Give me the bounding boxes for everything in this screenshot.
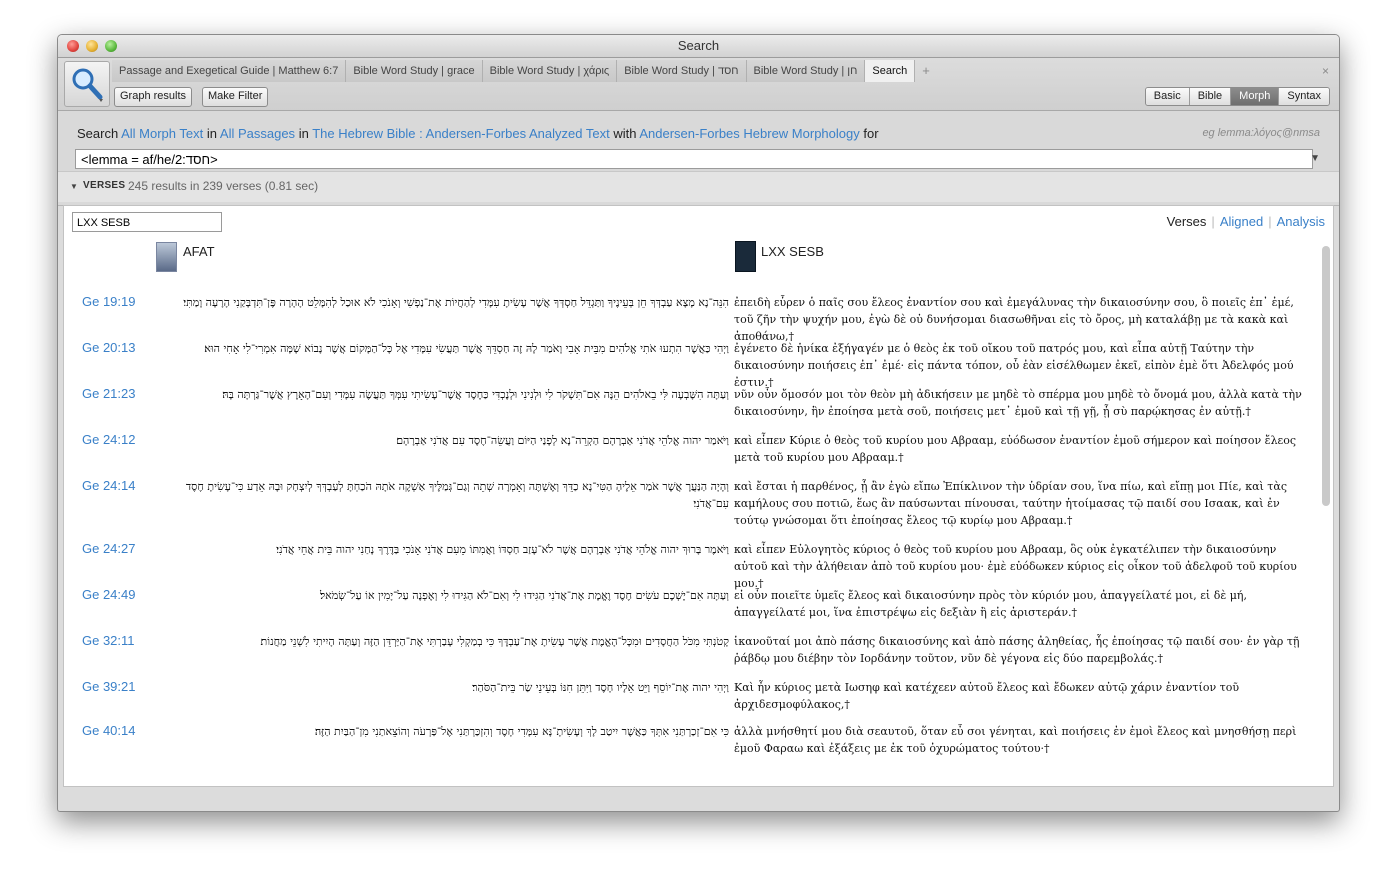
collapse-verses-icon[interactable]: ▼ — [70, 182, 78, 191]
toolbar: Passage and Exegetical Guide | Matthew 6… — [58, 58, 1339, 111]
greek-text: καὶ εἶπεν Εὐλογητὸς κύριος ὁ θεὸς τοῦ κυ… — [734, 543, 1297, 590]
verse-reference[interactable]: Ge 39:21 — [82, 679, 136, 694]
title-bar: Search — [58, 35, 1339, 58]
search-window: Search Passage and Exegetical Guide | Ma… — [57, 34, 1340, 812]
hebrew-text: וַיֹּאמֶר בָּרוּךְ יהוה אֱלֹהֵי אֲדֹנִי … — [276, 543, 729, 556]
window-title: Search — [677, 38, 720, 53]
close-window-button[interactable] — [67, 40, 79, 52]
search-type-selector: Basic Bible Morph Syntax — [1144, 87, 1330, 106]
greek-text: ἐγένετο δὲ ἡνίκα ἐξήγαγέν με ὁ θεὸς ἐκ τ… — [734, 342, 1294, 389]
hebrew-text: וַיֹּאמַר יהוה אֱלֹהֵי אֲדֹנִי אַבְרָהָם… — [396, 434, 729, 447]
search-type-morph[interactable]: Morph — [1230, 88, 1279, 105]
graph-results-button[interactable]: Graph results — [114, 87, 193, 107]
hebrew-text: וְעַתָּה אִם־יֶשְׁכֶם עֹשִׂים חֶסֶד וֶאֱ… — [320, 589, 729, 602]
hebrew-text: וְהָיָה הַנַּעֲרָ אֲשֶׁר אֹמַר אֵלֶיהָ ה… — [185, 480, 729, 510]
results-scrollbar[interactable] — [1322, 246, 1330, 506]
hebrew-text: כִּי אִם־זְכַרְתַּנִי אִתְּךָ כַּאֲשֶׁר … — [314, 725, 729, 738]
view-analysis[interactable]: Analysis — [1277, 214, 1325, 229]
lxx-book-icon — [735, 241, 756, 272]
hebrew-text: וְעַתָּה הִשָּׁבְעָה לִּי בֵאלֹהִים הֵנָ… — [222, 388, 729, 401]
results-panel: LXX SESB Verses | Aligned | Analysis AFAT LX… — [63, 205, 1334, 787]
query-with-label: with — [613, 126, 637, 141]
query-in-label: in — [206, 126, 217, 141]
make-filter-button[interactable]: Make Filter — [202, 87, 269, 107]
tab-word-study-hesed[interactable]: Bible Word Study | חסד — [617, 60, 747, 82]
query-description: Search All Morph Text in All Passages in… — [77, 126, 879, 141]
verse-reference[interactable]: Ge 20:13 — [82, 340, 136, 355]
greek-text: καὶ ἔσται ἡ παρθένος, ᾗ ἂν ἐγὼ εἴπω Ἐπίκ… — [734, 480, 1287, 527]
hebrew-text: וַיְהִי יהוה אֶת־יוֹסֵף וַיֵּט אֵלָיו חָ… — [472, 681, 729, 694]
tab-passage-guide[interactable]: Passage and Exegetical Guide | Matthew 6… — [112, 60, 347, 82]
query-input[interactable]: <lemma = af/he/2:חסד> — [75, 149, 1313, 169]
lxx-column-header: LXX SESB — [761, 244, 824, 259]
target-selector[interactable]: All Morph Text — [121, 126, 203, 141]
zoom-window-button[interactable] — [105, 40, 117, 52]
search-type-bible[interactable]: Bible — [1188, 88, 1231, 105]
verses-label: VERSES — [83, 180, 126, 191]
verse-reference[interactable]: Ge 24:14 — [82, 478, 136, 493]
query-for-label: for — [863, 126, 879, 141]
greek-text: ἀλλὰ μνήσθητί μου διὰ σεαυτοῦ, ὅταν εὖ σ… — [734, 725, 1297, 755]
query-in-label-2: in — [298, 126, 309, 141]
verse-reference[interactable]: Ge 24:12 — [82, 432, 136, 447]
search-type-syntax[interactable]: Syntax — [1278, 88, 1329, 105]
greek-text: ἱκανοῦταί μοι ἀπὸ πάσης δικαιοσύνης καὶ … — [734, 635, 1300, 665]
morphology-selector[interactable]: Andersen-Forbes Hebrew Morphology — [639, 126, 859, 141]
resource-selector[interactable]: The Hebrew Bible : Andersen-Forbes Analy… — [312, 126, 609, 141]
verses-header: ▼ VERSES 245 results in 239 verses (0.81… — [58, 171, 1339, 202]
verse-reference[interactable]: Ge 32:11 — [82, 633, 135, 648]
range-selector[interactable]: All Passages — [220, 126, 295, 141]
query-search-label: Search — [77, 126, 119, 141]
verse-reference[interactable]: Ge 21:23 — [82, 386, 136, 401]
query-example: eg lemma:λόγος@nmsa — [1202, 127, 1320, 139]
minimize-window-button[interactable] — [86, 40, 98, 52]
add-tab-icon[interactable]: + — [915, 60, 937, 82]
tab-word-study-grace[interactable]: Bible Word Study | grace — [346, 60, 483, 82]
afat-column-header: AFAT — [183, 244, 215, 259]
verse-reference[interactable]: Ge 24:27 — [82, 541, 136, 556]
tab-bar: Passage and Exegetical Guide | Matthew 6… — [112, 60, 1331, 82]
view-aligned[interactable]: Aligned — [1220, 214, 1263, 229]
view-switcher: Verses | Aligned | Analysis — [1166, 214, 1325, 229]
close-tab-icon[interactable]: × — [1322, 60, 1329, 82]
afat-book-icon — [156, 242, 177, 272]
hebrew-text: וַיְהִי כַּאֲשֶׁר הִתְעוּ אֹתִי אֱלֹהִים… — [204, 342, 729, 355]
tab-word-study-charis[interactable]: Bible Word Study | χάρις — [482, 60, 618, 82]
search-type-basic[interactable]: Basic — [1145, 88, 1189, 105]
verse-reference[interactable]: Ge 24:49 — [82, 587, 136, 602]
tab-search[interactable]: Search — [865, 60, 916, 82]
search-panel-icon[interactable] — [64, 61, 110, 107]
hebrew-text: קָטֹנְתִּי מִכֹּל הַחֲסָדִים וּמִכָּל־הָ… — [260, 635, 729, 648]
verse-reference[interactable]: Ge 40:14 — [82, 723, 136, 738]
greek-text: ἐπειδὴ εὗρεν ὁ παῖς σου ἔλεος ἐναντίον σ… — [734, 296, 1294, 343]
view-verses[interactable]: Verses — [1167, 214, 1207, 229]
greek-text: εἰ οὖν ποιεῖτε ὑμεῖς ἔλεος καὶ δικαιοσύν… — [734, 589, 1247, 619]
greek-text: Καὶ ἦν κύριος μετὰ Ιωσηφ καὶ κατέχεεν αὐ… — [734, 681, 1240, 711]
greek-text: καὶ εἶπεν Κύριε ὁ θεὸς τοῦ κυρίου μου Αβ… — [734, 434, 1297, 464]
verse-reference[interactable]: Ge 19:19 — [82, 294, 136, 309]
resource-filter-input[interactable]: LXX SESB — [72, 212, 222, 232]
hebrew-text: הִנֵּה־נָא מָצָא עַבְדְּךָ חֵן בְּעֵינֶי… — [183, 296, 729, 309]
query-history-dropdown-icon[interactable]: ▼ — [1310, 153, 1320, 164]
greek-text: νῦν οὖν ὄμοσόν μοι τὸν θεὸν μὴ ἀδικήσειν… — [734, 388, 1302, 418]
query-panel: Search All Morph Text in All Passages in… — [58, 111, 1339, 206]
tab-word-study-hen[interactable]: Bible Word Study | חן — [746, 60, 866, 82]
results-count: 245 results in 239 verses (0.81 sec) — [128, 179, 319, 193]
